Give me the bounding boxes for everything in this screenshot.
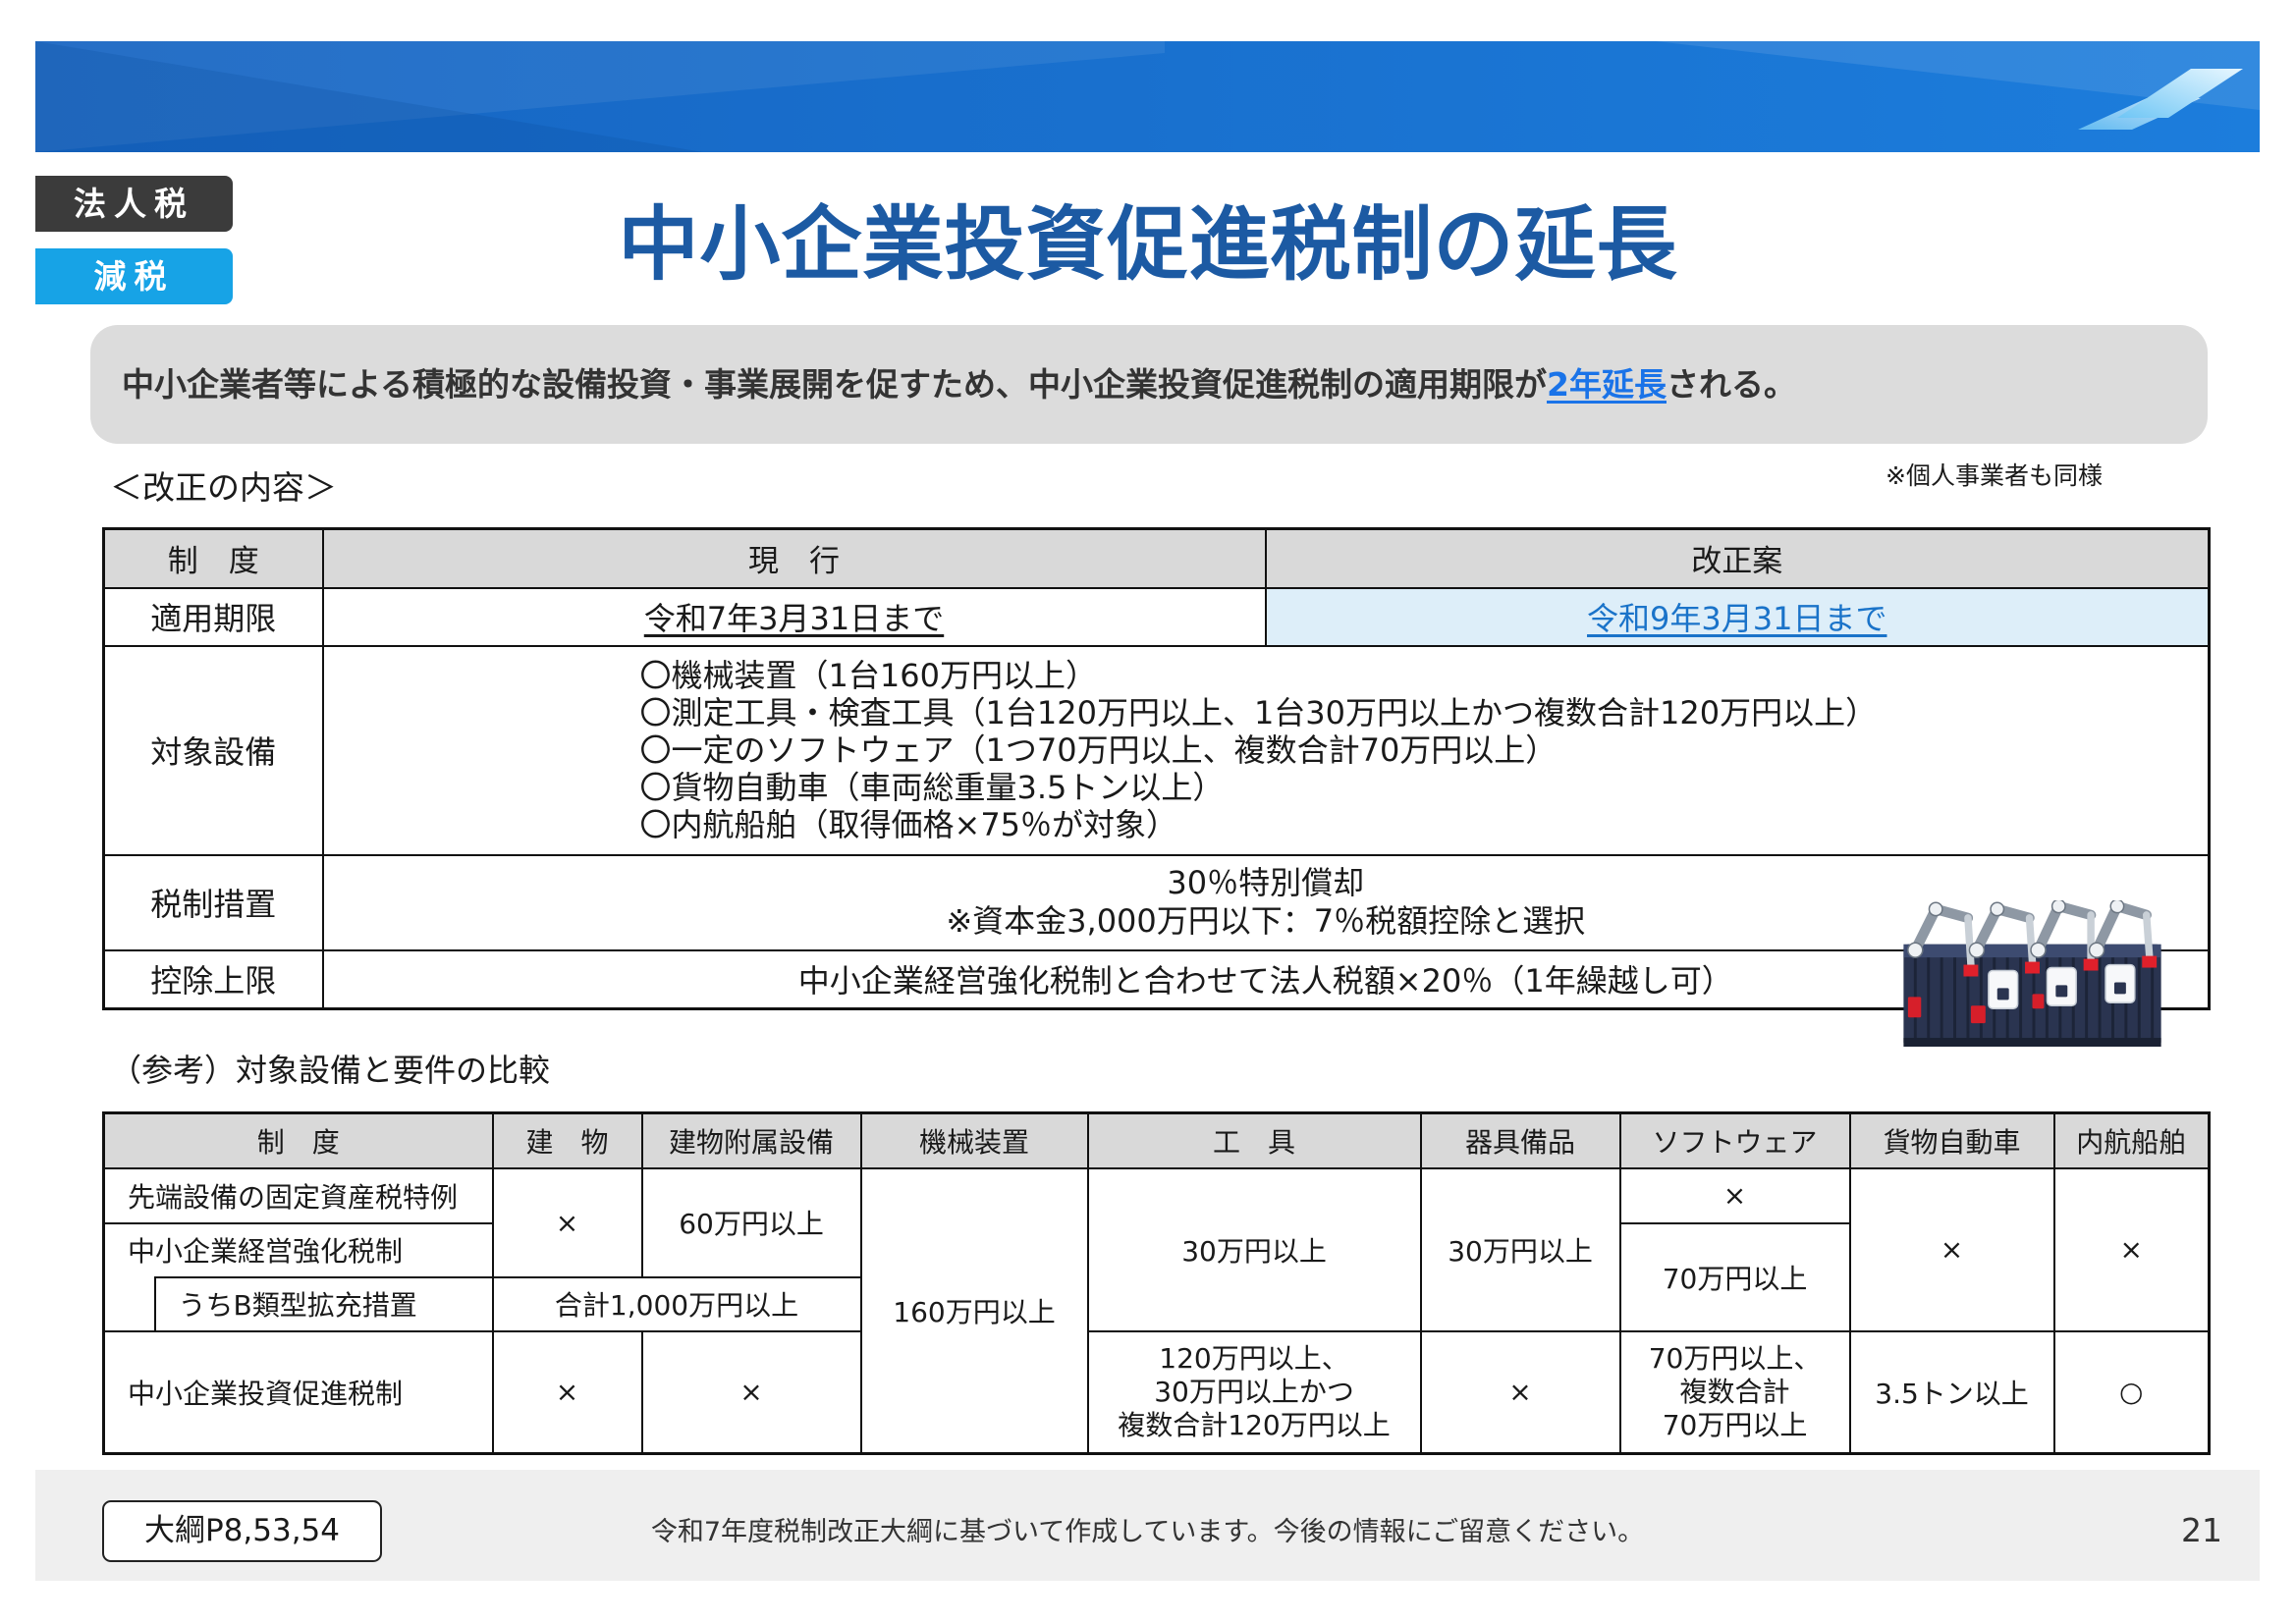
cell-building: ×: [491, 1329, 643, 1455]
cell-line: 70万円以上: [1662, 1408, 1808, 1441]
cell-building: ×: [491, 1166, 643, 1278]
cell-building-annex: 60万円以上: [640, 1166, 862, 1278]
column-header-ships: 内航船舶: [2052, 1111, 2211, 1169]
summary-highlight: 2年延長: [1547, 365, 1667, 404]
comparison-table: 制 度 建 物 建物附属設備 機械装置 工 具 器具備品 ソフトウェア 貨物自動…: [102, 1111, 2212, 1455]
cell-building-combined: 合計1,000万円以上: [491, 1275, 862, 1332]
cell-software: ×: [1618, 1166, 1851, 1224]
cell-building-annex: ×: [640, 1329, 862, 1455]
cell-tools: 30万円以上: [1086, 1166, 1422, 1332]
disclaimer-text: 令和7年度税制改正大綱に基づいて作成しています。今後の情報にご留意ください。: [650, 1517, 1645, 1547]
row-label-period: 適用期限: [102, 586, 324, 647]
comparison-heading: （参考）対象設備と要件の比較: [110, 1052, 551, 1089]
cell-ships: ×: [2052, 1166, 2211, 1332]
list-item: 〇内航船舶（取得価格×75％が対象）: [639, 806, 1178, 843]
header-banner: [35, 41, 2260, 152]
period-proposed: 令和9年3月31日まで: [1264, 586, 2211, 647]
summary-text-end: される。: [1666, 365, 1796, 404]
table-row: 控除上限 中小企業経営強化税制と合わせて法人税額×20％（1年繰越し可）: [102, 948, 2211, 1010]
footer: 大綱P8,53,54 令和7年度税制改正大綱に基づいて作成しています。今後の情報…: [35, 1470, 2260, 1581]
summary-box: 中小企業者等による積極的な設備投資・事業展開を促すため、中小企業投資促進税制の適…: [90, 325, 2208, 444]
cell-line: 120万円以上、: [1159, 1341, 1349, 1375]
revision-heading: ＜改正の内容＞: [110, 468, 337, 507]
table-row: 中小企業投資促進税制 × × 120万円以上、 30万円以上かつ 複数合計120…: [102, 1329, 2211, 1455]
period-current: 令和7年3月31日まで: [321, 586, 1267, 647]
revision-table: 制 度 現 行 改正案 適用期限 令和7年3月31日まで 令和9年3月31日まで…: [102, 527, 2211, 1010]
system-advanced-equipment: 先端設備の固定資産税特例: [102, 1166, 494, 1224]
cell-line: 30万円以上かつ: [1154, 1375, 1354, 1408]
table-row: 税制措置 30％特別償却 ※資本金3,000万円以下：7％税額控除と選択: [102, 853, 2211, 951]
system-investment-promotion: 中小企業投資促進税制: [102, 1329, 494, 1455]
row-label-equipment: 対象設備: [102, 644, 324, 856]
column-header-building: 建 物: [491, 1111, 643, 1169]
list-item: 〇測定工具・検査工具（1台120万円以上、1台30万円以上かつ複数合計120万円…: [639, 694, 1878, 731]
row-label-measure: 税制措置: [102, 853, 324, 951]
column-header-system: 制 度: [102, 1111, 494, 1169]
cell-line: 70万円以上、: [1648, 1341, 1822, 1375]
column-header-building-annex: 建物附属設備: [640, 1111, 862, 1169]
column-header-software: ソフトウェア: [1618, 1111, 1851, 1169]
table-row: 対象設備 〇機械装置（1台160万円以上） 〇測定工具・検査工具（1台120万円…: [102, 644, 2211, 856]
page-number: 21: [2181, 1511, 2222, 1549]
revision-note: ※個人事業者も同様: [1886, 461, 2103, 490]
cell-software: 70万円以上、 複数合計 70万円以上: [1618, 1329, 1851, 1455]
cell-ships: ○: [2052, 1329, 2211, 1455]
column-header-system: 制 度: [102, 527, 324, 589]
row-label-limit: 控除上限: [102, 948, 324, 1010]
cell-line: 複数合計120万円以上: [1118, 1408, 1391, 1441]
cell-machinery: 160万円以上: [859, 1166, 1089, 1455]
cell-line: 複数合計: [1679, 1375, 1790, 1408]
robot-arms-illustration: [1903, 900, 2161, 1047]
measure-line: 30％特別償却: [1167, 864, 1365, 901]
system-management-strengthening: 中小企業経営強化税制: [102, 1221, 494, 1277]
equipment-list: 〇機械装置（1台160万円以上） 〇測定工具・検査工具（1台120万円以上、1台…: [321, 644, 2211, 856]
column-header-proposed: 改正案: [1264, 527, 2211, 589]
table-row: 先端設備の固定資産税特例 × 60万円以上 160万円以上 30万円以上 30万…: [102, 1166, 2211, 1455]
cell-software: 70万円以上: [1618, 1221, 1851, 1332]
cell-trucks: 3.5トン以上: [1848, 1329, 2055, 1455]
column-header-trucks: 貨物自動車: [1848, 1111, 2055, 1169]
table-header-row: 制 度 現 行 改正案: [102, 527, 2211, 589]
indent-spacer: [102, 1276, 156, 1332]
column-header-current: 現 行: [321, 527, 1267, 589]
cell-trucks: ×: [1848, 1166, 2055, 1332]
table-header-row: 制 度 建 物 建物附属設備 機械装置 工 具 器具備品 ソフトウェア 貨物自動…: [102, 1111, 2211, 1169]
list-item: 〇貨物自動車（車両総重量3.5トン以上）: [639, 769, 1225, 806]
column-header-fixtures: 器具備品: [1419, 1111, 1621, 1169]
list-item: 〇一定のソフトウェア（1つ70万円以上、複数合計70万円以上）: [639, 731, 1558, 769]
column-header-machinery: 機械装置: [859, 1111, 1089, 1169]
column-header-tools: 工 具: [1086, 1111, 1422, 1169]
system-b-type-expansion: うちB類型拡充措置: [153, 1275, 494, 1332]
page-title: 中小企業投資促進税制の延長: [618, 198, 1678, 292]
summary-text: 中小企業者等による積極的な設備投資・事業展開を促すため、中小企業投資促進税制の適…: [122, 365, 1548, 404]
cell-fixtures: 30万円以上: [1419, 1166, 1621, 1332]
list-item: 〇機械装置（1台160万円以上）: [639, 657, 1097, 694]
cell-tools: 120万円以上、 30万円以上かつ 複数合計120万円以上: [1086, 1329, 1422, 1455]
table-row: 適用期限 令和7年3月31日まで 令和9年3月31日まで: [102, 586, 2211, 647]
cell-fixtures: ×: [1419, 1329, 1621, 1455]
